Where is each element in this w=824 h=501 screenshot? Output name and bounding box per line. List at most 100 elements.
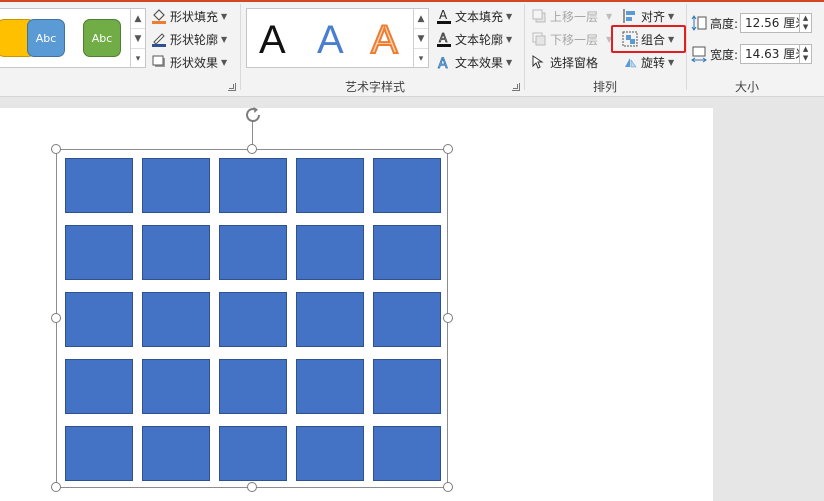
rectangle-shape[interactable] bbox=[219, 426, 287, 481]
resize-handle-right[interactable] bbox=[443, 313, 453, 323]
shape-effects-button[interactable]: 形状效果 ▼ bbox=[151, 52, 227, 72]
resize-handle-left[interactable] bbox=[51, 313, 61, 323]
align-label: 对齐 bbox=[641, 9, 666, 24]
rectangle-shape[interactable] bbox=[142, 225, 210, 280]
rectangle-shape[interactable] bbox=[65, 158, 133, 213]
rectangle-shape[interactable] bbox=[219, 292, 287, 347]
shape-styles-gallery: Abc Abc ▲ ▼ ▾ bbox=[0, 8, 146, 68]
align-button[interactable]: 对齐 ▼ bbox=[622, 6, 674, 26]
resize-handle-top-right[interactable] bbox=[443, 144, 453, 154]
rectangle-shape[interactable] bbox=[65, 359, 133, 414]
chevron-down-icon: ▼ bbox=[506, 57, 513, 67]
wordart-dialog-launcher-icon[interactable] bbox=[512, 83, 520, 91]
selection-pane-button[interactable]: 选择窗格 bbox=[531, 52, 598, 72]
rotate-icon bbox=[622, 54, 638, 70]
rectangle-shape[interactable] bbox=[219, 158, 287, 213]
chevron-down-icon: ▼ bbox=[221, 57, 228, 67]
bring-forward-label: 上移一层 bbox=[550, 9, 599, 24]
rectangle-shape[interactable] bbox=[373, 359, 441, 414]
rotate-label: 旋转 bbox=[641, 55, 666, 70]
bring-forward-icon bbox=[531, 8, 547, 24]
wordart-style-orange-outline[interactable]: A bbox=[370, 15, 399, 65]
rectangle-shape[interactable] bbox=[373, 158, 441, 213]
rectangle-shape[interactable] bbox=[65, 225, 133, 280]
shape-fill-button[interactable]: 形状填充 ▼ bbox=[151, 6, 227, 26]
selection-pane-icon bbox=[531, 54, 547, 70]
spin-up-icon[interactable]: ▲ bbox=[800, 45, 811, 54]
resize-handle-top[interactable] bbox=[247, 144, 257, 154]
text-outline-button[interactable]: A 文本轮廓 ▼ bbox=[436, 29, 512, 49]
wordart-gallery-scroll[interactable]: ▲ ▼ ▾ bbox=[413, 9, 428, 67]
height-input[interactable]: 12.56 厘米 bbox=[740, 13, 801, 33]
text-fill-icon: A bbox=[436, 8, 452, 24]
chevron-down-icon: ▼ bbox=[221, 11, 228, 21]
align-icon bbox=[622, 8, 638, 24]
ribbon-accent-line bbox=[0, 0, 824, 2]
shape-outline-button[interactable]: 形状轮廓 ▼ bbox=[151, 29, 227, 49]
chevron-down-icon: ▼ bbox=[221, 34, 228, 44]
shape-styles-gallery-scroll[interactable]: ▲ ▼ ▾ bbox=[130, 9, 145, 67]
rectangle-shape[interactable] bbox=[296, 426, 364, 481]
resize-handle-bottom-right[interactable] bbox=[443, 482, 453, 492]
rectangle-shape[interactable] bbox=[373, 225, 441, 280]
width-label: 宽度: bbox=[710, 47, 739, 62]
wordart-style-black[interactable]: A bbox=[259, 15, 286, 65]
send-backward-icon bbox=[531, 31, 547, 47]
gallery-up-arrow-icon[interactable]: ▲ bbox=[131, 9, 145, 30]
wordart-group-label: 艺术字样式 bbox=[344, 80, 405, 94]
rectangle-shape[interactable] bbox=[142, 292, 210, 347]
gallery-more-icon[interactable]: ▾ bbox=[414, 49, 428, 68]
text-fill-label: 文本填充 bbox=[455, 9, 504, 24]
gallery-down-arrow-icon[interactable]: ▼ bbox=[414, 29, 428, 50]
height-label: 高度: bbox=[710, 16, 739, 31]
resize-handle-bottom-left[interactable] bbox=[51, 482, 61, 492]
rectangle-shape[interactable] bbox=[296, 158, 364, 213]
text-effects-button[interactable]: A 文本效果 ▼ bbox=[436, 52, 513, 73]
rotate-handle-icon[interactable] bbox=[242, 104, 264, 126]
shape-styles-dialog-launcher-icon[interactable] bbox=[228, 83, 236, 91]
rectangle-shape[interactable] bbox=[373, 292, 441, 347]
rotate-button[interactable]: 旋转 ▼ bbox=[622, 52, 674, 72]
chevron-down-icon: ▼ bbox=[668, 11, 675, 21]
send-backward-label: 下移一层 bbox=[550, 32, 599, 47]
text-fill-button[interactable]: A 文本填充 ▼ bbox=[436, 6, 512, 26]
send-backward-button[interactable]: 下移一层 ▼ bbox=[531, 29, 612, 49]
spin-down-icon[interactable]: ▼ bbox=[800, 23, 811, 32]
rectangle-shape[interactable] bbox=[65, 292, 133, 347]
resize-handle-top-left[interactable] bbox=[51, 144, 61, 154]
editor-background bbox=[713, 97, 824, 501]
pen-icon bbox=[151, 31, 167, 47]
rectangle-shape[interactable] bbox=[219, 225, 287, 280]
gallery-more-icon[interactable]: ▾ bbox=[131, 49, 145, 68]
rectangle-shape[interactable] bbox=[142, 158, 210, 213]
resize-handle-bottom[interactable] bbox=[247, 482, 257, 492]
chevron-down-icon: ▼ bbox=[668, 57, 675, 67]
rectangle-shape[interactable] bbox=[142, 426, 210, 481]
spin-up-icon[interactable]: ▲ bbox=[800, 14, 811, 23]
rectangle-shape[interactable] bbox=[65, 426, 133, 481]
shape-effects-label: 形状效果 bbox=[170, 55, 219, 70]
chevron-down-icon: ▼ bbox=[506, 11, 513, 21]
group-button-highlight bbox=[611, 25, 686, 53]
group-separator bbox=[524, 4, 525, 90]
shape-style-swatch-3[interactable]: Abc bbox=[83, 19, 121, 57]
rectangle-shape[interactable] bbox=[296, 292, 364, 347]
text-effects-icon: A bbox=[436, 54, 452, 73]
width-input[interactable]: 14.63 厘米 bbox=[740, 44, 801, 64]
shape-style-swatch-2[interactable]: Abc bbox=[27, 19, 65, 57]
bring-forward-button[interactable]: 上移一层 ▼ bbox=[531, 6, 612, 26]
paint-bucket-icon bbox=[151, 8, 167, 24]
rectangle-shape[interactable] bbox=[296, 225, 364, 280]
text-effects-label: 文本效果 bbox=[455, 55, 504, 70]
width-spinner[interactable]: ▲ ▼ bbox=[800, 44, 813, 64]
spin-down-icon[interactable]: ▼ bbox=[800, 54, 811, 63]
gallery-down-arrow-icon[interactable]: ▼ bbox=[131, 29, 145, 50]
rectangle-shape[interactable] bbox=[219, 359, 287, 414]
rectangle-shape[interactable] bbox=[373, 426, 441, 481]
rectangle-shape[interactable] bbox=[296, 359, 364, 414]
wordart-style-blue[interactable]: A bbox=[317, 15, 344, 65]
rectangle-shape[interactable] bbox=[142, 359, 210, 414]
height-spinner[interactable]: ▲ ▼ bbox=[800, 13, 813, 33]
gallery-up-arrow-icon[interactable]: ▲ bbox=[414, 9, 428, 30]
text-outline-label: 文本轮廓 bbox=[455, 32, 504, 47]
